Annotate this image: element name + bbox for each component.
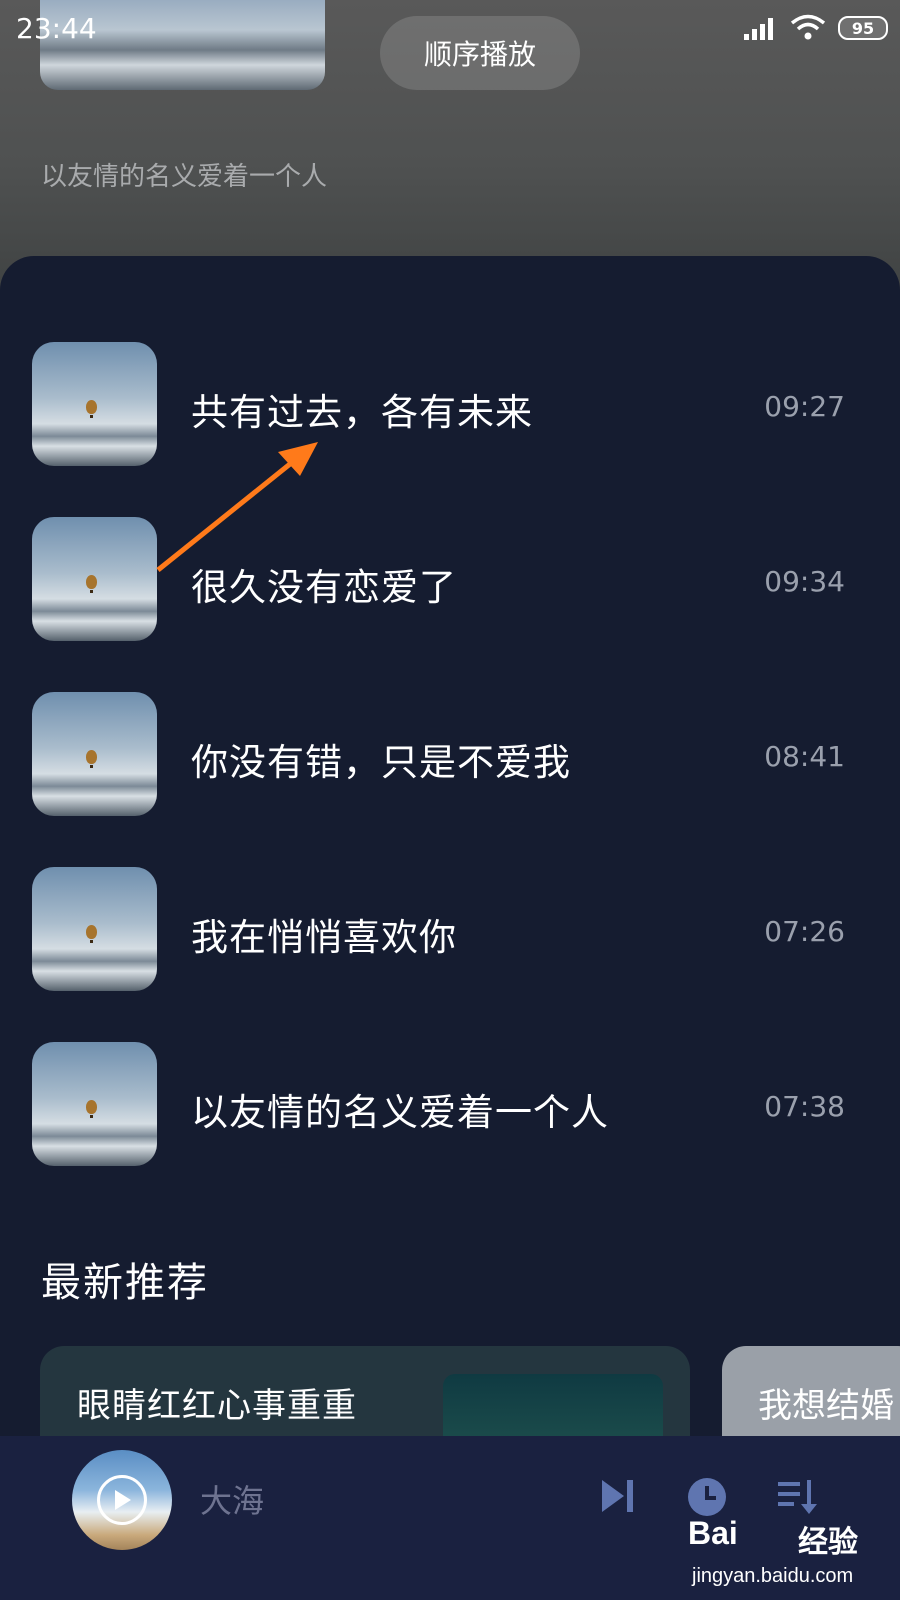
watermark-url: jingyan.baidu.com: [692, 1565, 854, 1587]
watermark-brand: Bai: [688, 1515, 738, 1551]
recommend-card-title: 我想结婚: [758, 1386, 894, 1426]
playlist-icon[interactable]: [776, 1476, 818, 1516]
recommend-card-title: 眼睛红红心事重重: [77, 1386, 357, 1426]
skip-next-icon[interactable]: [598, 1476, 638, 1516]
section-title: 最新推荐: [41, 1260, 209, 1306]
now-playing-cover[interactable]: [72, 1450, 172, 1550]
play-icon[interactable]: [97, 1475, 147, 1525]
watermark: Bai 经验 jingyan.baidu.com: [688, 1515, 888, 1595]
watermark-brand-cn: 经验: [798, 1525, 858, 1560]
now-playing-title: 大海: [200, 1482, 265, 1520]
clock-icon[interactable]: [686, 1476, 728, 1518]
